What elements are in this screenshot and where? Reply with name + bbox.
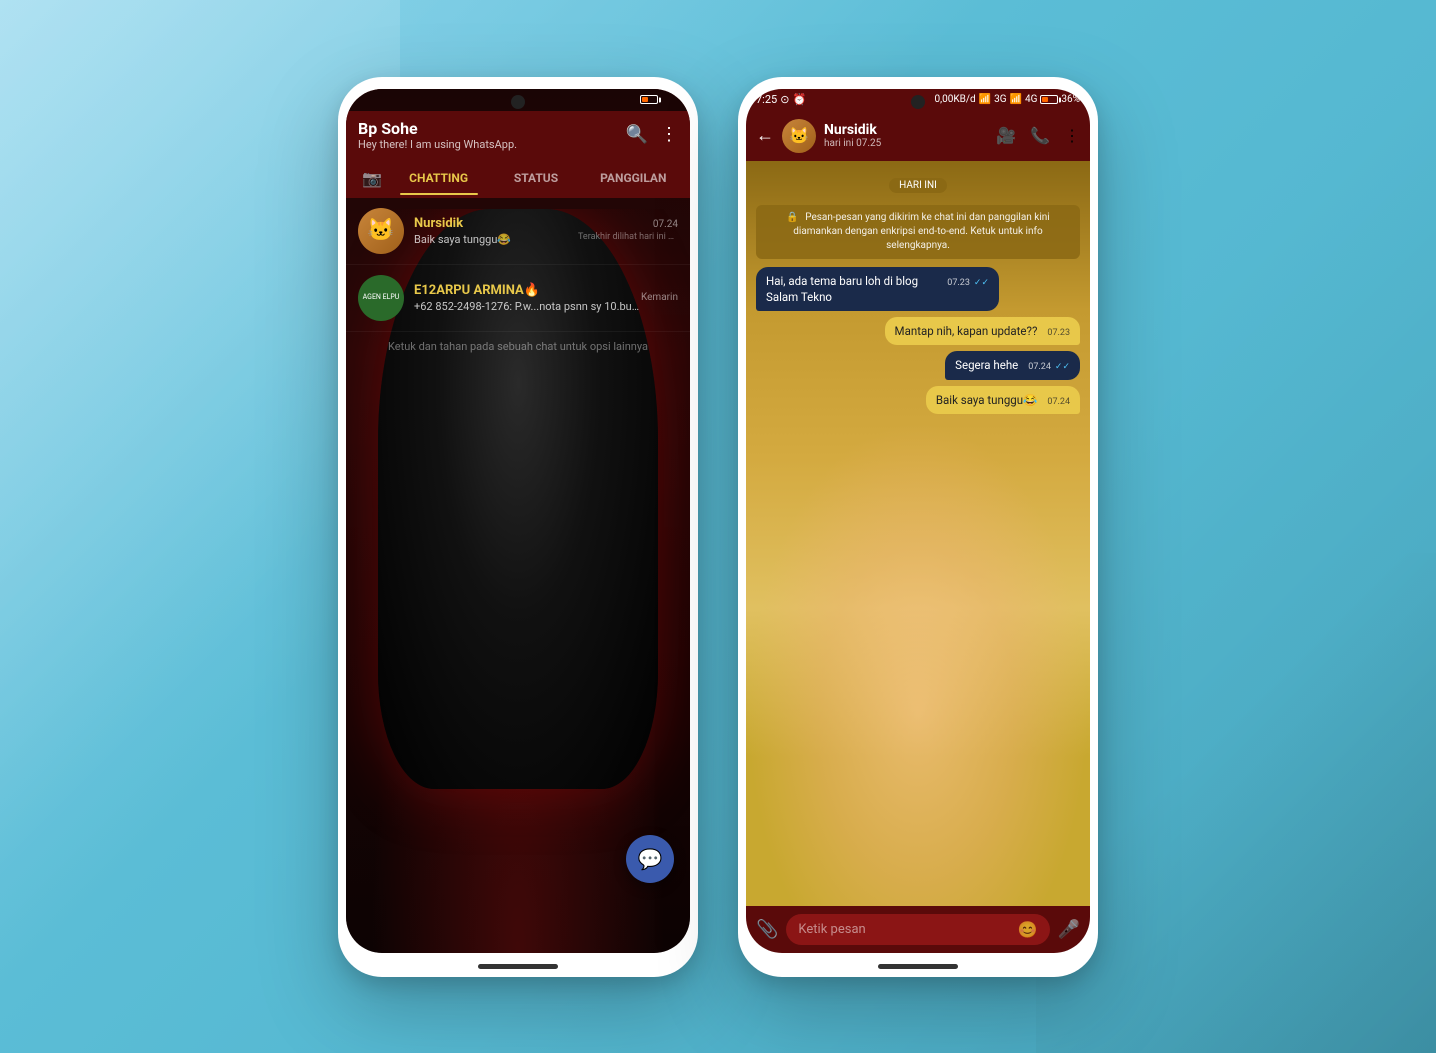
phone2-battery: [1040, 95, 1058, 104]
phone2-signal: 📶: [979, 94, 991, 105]
msg-2-text: Mantap nih, kapan update??: [895, 323, 1038, 339]
chat-preview-nursidik: Baik saya tunggu😂: [414, 233, 578, 246]
phone2-battery-pct: 36%: [1061, 94, 1080, 105]
phone1-header-icons: 🔍 ⋮: [626, 124, 678, 145]
chat-hint: Ketuk dan tahan pada sebuah chat untuk o…: [346, 332, 690, 361]
message-3: Segera hehe 07.24 ✓✓: [945, 351, 1080, 380]
phone2-header-icons: 🎥 📞 ⋮: [996, 126, 1080, 145]
phone2-contact-info: Nursidik hari ini 07.25: [824, 122, 988, 149]
attach-icon[interactable]: 📎: [756, 919, 778, 940]
msg-1-ticks: ✓✓: [974, 277, 989, 290]
msg-3-text: Segera hehe: [955, 357, 1018, 373]
msg-1-row: Hai, ada tema baru loh di blog Salam Tek…: [766, 273, 989, 305]
chat-item-agen[interactable]: AGEN ELPU E12ARPU ARMINA🔥 +62 852-2498-1…: [346, 265, 690, 332]
security-notice[interactable]: 🔒 Pesan-pesan yang dikirim ke chat ini d…: [756, 205, 1080, 259]
phone1-app-name: Bp Sohe: [358, 119, 626, 138]
security-text: Pesan-pesan yang dikirim ke chat ini dan…: [793, 212, 1049, 251]
msg-4-time: 07.24: [1047, 396, 1070, 409]
chat-item-nursidik[interactable]: 🐱 Nursidik Baik saya tunggu😂 07.24 Terak…: [346, 198, 690, 265]
battery-indicator: [640, 95, 658, 104]
more-icon[interactable]: ⋮: [660, 124, 678, 145]
chat-messages: HARI INI 🔒 Pesan-pesan yang dikirim ke c…: [746, 161, 1090, 906]
chat-name-agen: E12ARPU ARMINA🔥: [414, 283, 641, 298]
phone1-header: Bp Sohe Hey there! I am using WhatsApp. …: [346, 111, 690, 159]
chat-area: HARI INI 🔒 Pesan-pesan yang dikirim ke c…: [746, 161, 1090, 906]
phone2-header: ← 🐱 Nursidik hari ini 07.25 🎥 📞 ⋮: [746, 111, 1090, 161]
chat-avatar-nursidik: 🐱: [358, 208, 404, 254]
phone2-alarm-icon: ⏰: [792, 93, 806, 106]
phone1-inner: 7:25 ⊙ ⏰ 0,45KB/d 📶 3G 📶 4G 36%: [346, 89, 690, 953]
fab-button[interactable]: 💬: [626, 835, 674, 883]
phone2-signal2: 📶: [1010, 94, 1022, 105]
phone2-4g: 4G: [1025, 94, 1037, 105]
chat-time-agen: Kemarin: [641, 292, 678, 303]
fab-icon: 💬: [638, 847, 663, 871]
phone2-time: 7:25: [756, 93, 777, 106]
msg-2-row: Mantap nih, kapan update?? 07.23: [895, 323, 1070, 340]
msg-1-text: Hai, ada tema baru loh di blog Salam Tek…: [766, 273, 937, 305]
day-label: HARI INI: [889, 178, 947, 193]
phone2-contact-name: Nursidik: [824, 122, 988, 138]
msg-3-ticks: ✓✓: [1055, 361, 1070, 374]
phone2-camera: [911, 95, 925, 109]
msg-4-text: Baik saya tunggu😂: [936, 392, 1038, 408]
chat-avatar-agen: AGEN ELPU: [358, 275, 404, 321]
chat-input-bar: 📎 Ketik pesan 😊 🎤: [746, 906, 1090, 953]
chat-seen-nursidik: Terakhir dilihat hari ini pada 07.25: [578, 232, 678, 242]
chat-info-nursidik: Nursidik Baik saya tunggu😂: [414, 216, 578, 246]
phone1-home-bar[interactable]: [478, 964, 558, 969]
phone2-3g: 3G: [994, 94, 1006, 105]
msg-4-row: Baik saya tunggu😂 07.24: [936, 392, 1070, 409]
chat-time-nursidik: 07.24: [578, 219, 678, 230]
phone2-contact-status: hari ini 07.25: [824, 138, 988, 149]
phone1-camera: [511, 95, 525, 109]
message-2: Mantap nih, kapan update?? 07.23: [885, 317, 1080, 346]
chat-preview-agen: +62 852-2498-1276: P.w...nota psnn sy 10…: [414, 300, 641, 313]
chat-meta-nursidik: 07.24 Terakhir dilihat hari ini pada 07.…: [578, 219, 678, 242]
lock-icon: 🔒: [786, 212, 798, 223]
phone2-sync-icon: ⊙: [780, 93, 789, 106]
tab-panggilan[interactable]: PANGGILAN: [585, 161, 682, 195]
msg-3-row: Segera hehe 07.24 ✓✓: [955, 357, 1070, 374]
phone-1: 7:25 ⊙ ⏰ 0,45KB/d 📶 3G 📶 4G 36%: [338, 77, 698, 977]
voice-call-icon[interactable]: 📞: [1030, 126, 1050, 145]
phone2-status-left: 7:25 ⊙ ⏰: [756, 93, 806, 106]
day-divider: HARI INI: [889, 173, 947, 193]
msg-2-time: 07.23: [1047, 327, 1070, 340]
phone2-home-bar[interactable]: [878, 964, 958, 969]
phone-2: 7:25 ⊙ ⏰ 0,00KB/d 📶 3G 📶 4G 36%: [738, 77, 1098, 977]
msg-1-time: 07.23: [947, 277, 970, 290]
msg-3-time: 07.24: [1028, 361, 1051, 374]
chat-name-nursidik: Nursidik: [414, 216, 578, 231]
chat-meta-agen: Kemarin: [641, 292, 678, 303]
phone2-status-right: 0,00KB/d 📶 3G 📶 4G 36%: [935, 94, 1080, 105]
mic-icon[interactable]: 🎤: [1058, 919, 1080, 940]
message-1: Hai, ada tema baru loh di blog Salam Tek…: [756, 267, 999, 311]
tab-camera-icon[interactable]: 📷: [354, 159, 390, 198]
video-call-icon[interactable]: 🎥: [996, 126, 1016, 145]
phone2-inner: 7:25 ⊙ ⏰ 0,00KB/d 📶 3G 📶 4G 36%: [746, 89, 1090, 953]
back-button[interactable]: ←: [756, 125, 774, 146]
message-input-field[interactable]: Ketik pesan 😊: [786, 914, 1049, 945]
tab-status[interactable]: STATUS: [487, 161, 584, 195]
chat-info-agen: E12ARPU ARMINA🔥 +62 852-2498-1276: P.w..…: [414, 283, 641, 313]
phones-container: 7:25 ⊙ ⏰ 0,45KB/d 📶 3G 📶 4G 36%: [338, 77, 1098, 977]
phone2-data-speed: 0,00KB/d: [935, 94, 976, 105]
message-4: Baik saya tunggu😂 07.24: [926, 386, 1080, 415]
input-placeholder: Ketik pesan: [798, 922, 865, 937]
emoji-icon[interactable]: 😊: [1018, 920, 1038, 939]
phone1-app-subtitle: Hey there! I am using WhatsApp.: [358, 138, 626, 151]
phone1-tabs: 📷 CHATTING STATUS PANGGILAN: [346, 159, 690, 198]
phone2-contact-avatar: 🐱: [782, 119, 816, 153]
phone1-header-left: Bp Sohe Hey there! I am using WhatsApp.: [358, 119, 626, 151]
search-icon[interactable]: 🔍: [626, 124, 648, 145]
tab-chatting[interactable]: CHATTING: [390, 161, 487, 195]
phone2-more-icon[interactable]: ⋮: [1064, 126, 1080, 145]
